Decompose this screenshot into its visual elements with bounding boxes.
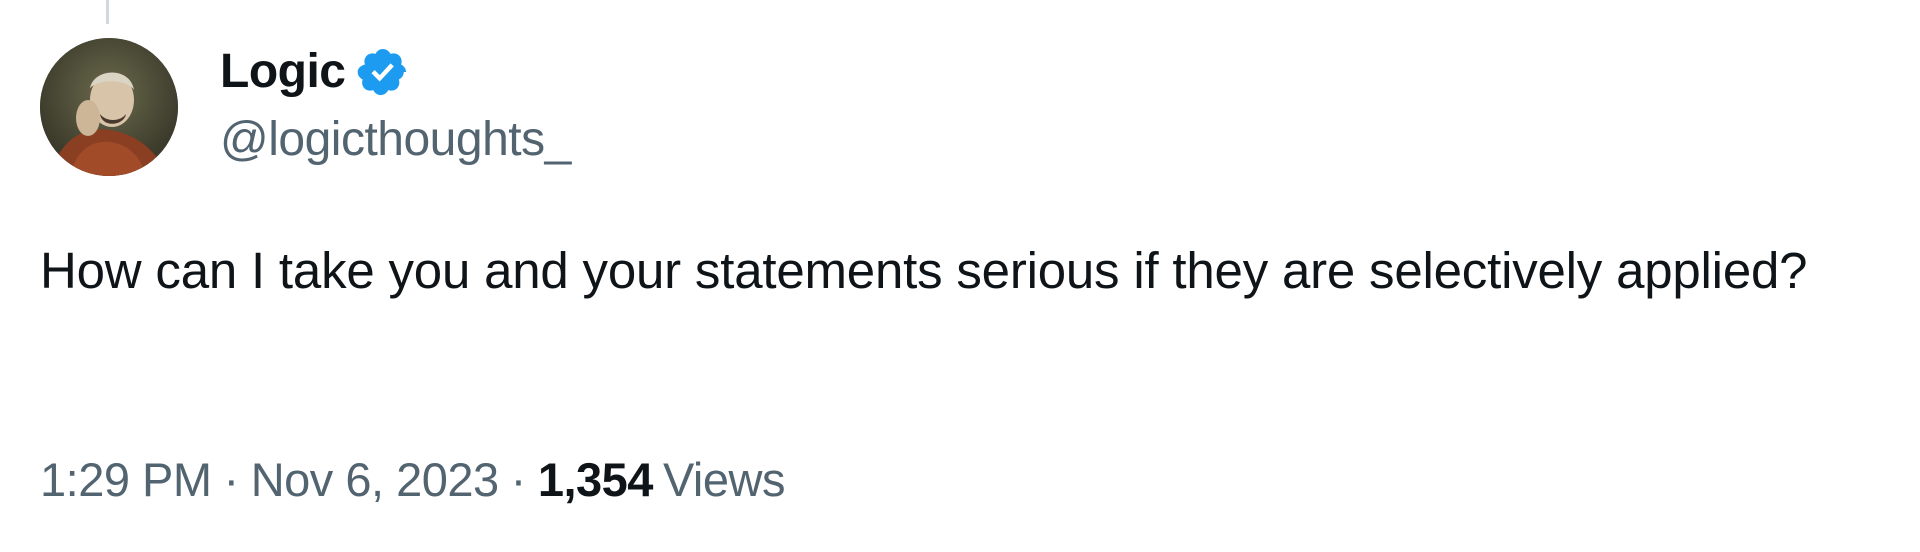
tweet-text: How can I take you and your statements s… — [40, 242, 1808, 299]
author-handle[interactable]: @logicthoughts_ — [220, 112, 571, 168]
avatar-image — [40, 38, 178, 176]
tweet-date[interactable]: Nov 6, 2023 — [251, 452, 499, 508]
author-display-name[interactable]: Logic — [220, 48, 346, 96]
meta-separator: · — [223, 453, 240, 506]
views-label[interactable]: Views — [663, 452, 786, 508]
meta-separator: · — [510, 453, 527, 506]
avatar[interactable] — [40, 38, 178, 176]
tweet: Logic @logicthoughts_ How can I take you… — [0, 0, 1920, 552]
tweet-time[interactable]: 1:29 PM — [40, 452, 212, 508]
verified-badge-icon[interactable] — [356, 45, 410, 99]
thread-connector-line — [106, 0, 109, 24]
views-count[interactable]: 1,354 — [538, 452, 663, 508]
author-name-row: Logic — [220, 42, 410, 102]
tweet-meta: 1:29 PM · Nov 6, 2023 · 1,354 Views — [40, 452, 785, 508]
